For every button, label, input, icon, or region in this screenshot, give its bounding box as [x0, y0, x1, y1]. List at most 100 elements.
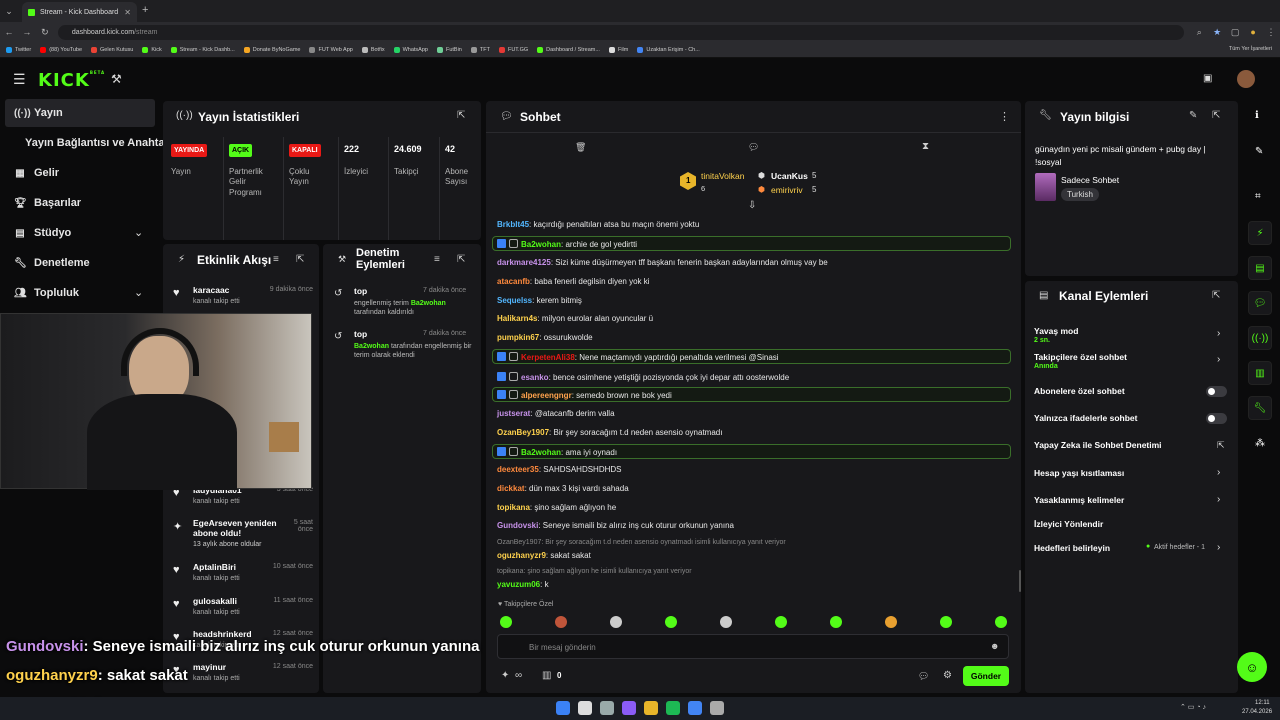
emote-icon[interactable]: [665, 616, 677, 628]
sidebar-item-basarilar[interactable]: 🏆︎ Başarılar: [14, 197, 81, 209]
filter-icon[interactable]: ≡: [434, 254, 440, 265]
broadcast-icon[interactable]: ((·)): [1248, 326, 1272, 350]
chat-input[interactable]: Bir mesaj gönderin ☻: [497, 634, 1009, 659]
send-button[interactable]: Gönder: [963, 666, 1009, 686]
emote-icon[interactable]: [995, 616, 1007, 628]
info-icon[interactable]: ℹ: [1255, 110, 1259, 121]
chevron-right-icon[interactable]: ›: [1217, 542, 1220, 553]
close-tab-icon[interactable]: ✕: [124, 8, 131, 17]
bookmark-item[interactable]: Donate ByNoGame: [243, 46, 300, 53]
chat-username[interactable]: esanko: [521, 373, 549, 382]
toggle-switch[interactable]: [1206, 413, 1227, 424]
emote-icon[interactable]: [940, 616, 952, 628]
mod-user[interactable]: Ba2wohan: [354, 343, 389, 350]
store-icon[interactable]: ▥: [542, 670, 551, 681]
notes-icon[interactable]: ▤: [1248, 256, 1272, 280]
chat-username[interactable]: KerpetenAli38: [521, 353, 575, 362]
reload-icon[interactable]: ↻: [36, 27, 54, 38]
chat-username[interactable]: atacanfb: [497, 277, 530, 286]
emote-icon[interactable]: [885, 616, 897, 628]
taskbar-app-icon[interactable]: [600, 701, 614, 715]
trash-icon[interactable]: 🗑︎: [575, 142, 586, 153]
taskbar-app-icon[interactable]: [644, 701, 658, 715]
chevron-down-icon[interactable]: ⌄: [134, 226, 143, 239]
bookmark-item[interactable]: FutBin: [436, 46, 462, 53]
bookmark-star-icon[interactable]: ★: [1208, 27, 1226, 38]
chat-scrollbar[interactable]: [1019, 570, 1021, 592]
chat-username[interactable]: dickkat: [497, 484, 525, 493]
emote-icon[interactable]: [720, 616, 732, 628]
bookmark-item[interactable]: FUT.GG: [498, 46, 528, 53]
sidebar-item-topluluk[interactable]: 👥︎ Topluluk: [14, 287, 79, 299]
hourglass-icon[interactable]: ⧗: [922, 141, 929, 152]
list-icon[interactable]: ▥: [1248, 361, 1272, 385]
settings-gear-icon[interactable]: ⚙: [943, 670, 952, 681]
emoji-icon[interactable]: ☻: [990, 641, 999, 651]
taskbar-app-icon[interactable]: [556, 701, 570, 715]
sidebar-item-gelir[interactable]: ▦ Gelir: [14, 167, 59, 179]
channel-action-label[interactable]: Yalnızca ifadelerle sohbet: [1034, 413, 1137, 423]
taskbar-app-icon[interactable]: [622, 701, 636, 715]
tools-icon[interactable]: ⚒: [111, 72, 122, 86]
channel-action-label[interactable]: Yasaklanmış kelimeler: [1034, 495, 1124, 505]
bookmark-item[interactable]: Stream - Kick Dashb...: [170, 46, 235, 53]
gifter-3-name[interactable]: emirivriv: [771, 185, 803, 195]
chat-username[interactable]: Brkblt45: [497, 220, 529, 229]
bookmark-item[interactable]: TFT: [470, 46, 490, 53]
chat-username[interactable]: Gundovski: [497, 521, 538, 530]
category-name[interactable]: Sadece Sohbet: [1061, 175, 1119, 185]
chat-bubble-icon[interactable]: 💬︎: [918, 671, 929, 682]
url-input[interactable]: dashboard.kick.com/stream: [57, 24, 1185, 40]
sidebar-item-yayin[interactable]: ((·)) Yayın: [14, 107, 63, 119]
chevron-down-icon[interactable]: ⌄: [134, 286, 143, 299]
bookmark-item[interactable]: Uzaktan Erişim - Ch...: [637, 46, 700, 53]
mod-user[interactable]: Ba2wohan: [411, 300, 446, 307]
support-chat-button[interactable]: ☺: [1237, 652, 1267, 682]
inbox-icon[interactable]: ▣: [1203, 73, 1212, 84]
back-icon[interactable]: ←: [0, 27, 18, 37]
channel-action-label[interactable]: Yavaş mod: [1034, 326, 1078, 336]
chat-mode-icon[interactable]: 💬︎: [748, 142, 759, 153]
filter-icon[interactable]: ≡: [273, 254, 279, 265]
sidebar-item-denetleme[interactable]: 🔧︎ Denetleme: [14, 257, 90, 269]
chat-username[interactable]: topikana: [497, 503, 530, 512]
extensions-icon[interactable]: ▢: [1226, 27, 1244, 38]
bookmark-item[interactable]: Twitter: [6, 46, 31, 53]
channel-action-label[interactable]: Takipçilere özel sohbet: [1034, 352, 1127, 362]
chevron-right-icon[interactable]: ›: [1217, 328, 1220, 339]
wrench-icon[interactable]: 🔧︎: [1248, 396, 1272, 420]
forward-icon[interactable]: →: [18, 27, 36, 37]
chat-username[interactable]: darkmare4125: [497, 258, 551, 267]
new-tab-icon[interactable]: +: [142, 4, 148, 16]
apps-icon[interactable]: ⁂: [1255, 438, 1265, 449]
crop-icon[interactable]: ⌗: [1255, 191, 1261, 202]
bookmark-item[interactable]: Dashboard / Stream...: [537, 46, 600, 53]
bookmark-item[interactable]: Botfix: [361, 46, 385, 53]
chat-username[interactable]: Sequelss: [497, 296, 532, 305]
profile-icon[interactable]: ●: [1244, 27, 1262, 37]
bookmark-item[interactable]: Kick: [142, 46, 162, 53]
chat-username[interactable]: Ba2wohan: [521, 448, 561, 457]
taskbar-app-icon[interactable]: [666, 701, 680, 715]
chat-username[interactable]: pumpkin67: [497, 333, 539, 342]
bookmark-item[interactable]: WhatsApp: [393, 46, 428, 53]
emote-icon[interactable]: [555, 616, 567, 628]
bookmark-item[interactable]: (88) YouTube: [40, 46, 82, 53]
sidebar-item-studyo[interactable]: ▤ Stüdyo: [14, 227, 71, 239]
channel-action-label[interactable]: Abonelere özel sohbet: [1034, 386, 1125, 396]
chevron-right-icon[interactable]: ›: [1217, 467, 1220, 478]
chevron-right-icon[interactable]: ›: [1217, 494, 1220, 505]
top-gifter-name[interactable]: tinitaVolkan: [701, 171, 744, 181]
chevron-right-icon[interactable]: ›: [1217, 354, 1220, 365]
popout-icon[interactable]: ⇱: [296, 254, 304, 265]
chat-username[interactable]: OzanBey1907: [497, 428, 549, 437]
popout-icon[interactable]: ⇱: [457, 110, 465, 121]
more-icon[interactable]: ⋮: [999, 110, 1010, 123]
channel-action-label[interactable]: İzleyici Yönlendir: [1034, 519, 1103, 529]
taskbar-app-icon[interactable]: [688, 701, 702, 715]
all-bookmarks-button[interactable]: Tüm Yer İşaretleri: [1229, 46, 1272, 52]
sidebar-item-stream-key[interactable]: Yayın Bağlantısı ve Anahtarı: [25, 137, 172, 149]
emote-icon[interactable]: [610, 616, 622, 628]
bookmark-item[interactable]: Film: [608, 46, 628, 53]
emote-icon[interactable]: [830, 616, 842, 628]
